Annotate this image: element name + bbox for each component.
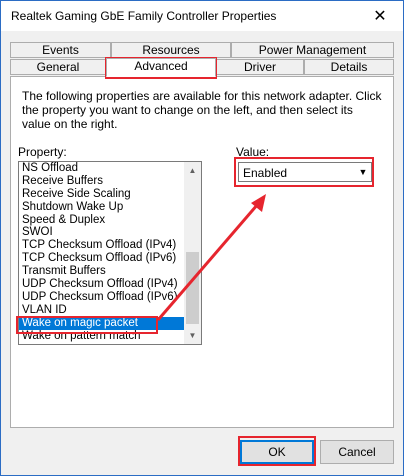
tab-resources[interactable]: Resources: [111, 42, 231, 58]
list-item[interactable]: Receive Buffers: [19, 175, 185, 188]
tab-label: Advanced: [134, 59, 188, 73]
tab-events[interactable]: Events: [10, 42, 111, 58]
list-item[interactable]: TCP Checksum Offload (IPv4): [19, 239, 185, 252]
value-label: Value:: [236, 145, 270, 159]
list-item[interactable]: Speed & Duplex: [19, 214, 185, 227]
tab-driver[interactable]: Driver: [216, 59, 304, 75]
list-item[interactable]: UDP Checksum Offload (IPv4): [19, 278, 185, 291]
close-button[interactable]: ✕: [357, 1, 403, 31]
tab-details[interactable]: Details: [304, 59, 394, 75]
value-dropdown[interactable]: Enabled ▼: [238, 162, 372, 182]
list-item[interactable]: Receive Side Scaling: [19, 188, 185, 201]
list-item[interactable]: Transmit Buffers: [19, 265, 185, 278]
list-item[interactable]: UDP Checksum Offload (IPv6): [19, 291, 185, 304]
scroll-up-icon[interactable]: ▲: [184, 162, 201, 179]
description-text: The following properties are available f…: [22, 89, 382, 131]
property-list-scrollbar[interactable]: ▲ ▼: [184, 162, 201, 344]
dropdown-arrow-icon[interactable]: ▼: [355, 163, 371, 181]
list-item[interactable]: NS Offload: [19, 162, 185, 175]
cancel-button[interactable]: Cancel: [320, 440, 394, 464]
close-icon: ✕: [373, 8, 387, 25]
scrollbar-thumb[interactable]: [186, 252, 199, 324]
value-selected: Enabled: [243, 166, 288, 180]
title-bar: Realtek Gaming GbE Family Controller Pro…: [1, 1, 403, 31]
property-label: Property:: [18, 145, 67, 159]
tab-power-management[interactable]: Power Management: [231, 42, 394, 58]
list-item[interactable]: Shutdown Wake Up: [19, 201, 185, 214]
scroll-down-icon[interactable]: ▼: [184, 327, 201, 344]
list-item[interactable]: SWOI: [19, 226, 185, 239]
tab-general[interactable]: General: [10, 59, 106, 75]
list-item[interactable]: VLAN ID: [19, 304, 185, 317]
window-title: Realtek Gaming GbE Family Controller Pro…: [11, 9, 277, 23]
property-list-items: NS Offload Receive Buffers Receive Side …: [19, 162, 185, 342]
list-item[interactable]: Wake on pattern match: [19, 330, 185, 343]
tab-label: Driver: [244, 60, 276, 74]
tab-advanced[interactable]: Advanced: [106, 58, 216, 77]
property-list[interactable]: NS Offload Receive Buffers Receive Side …: [18, 161, 202, 345]
tab-label: Events: [42, 43, 79, 57]
tab-label: Power Management: [258, 43, 367, 57]
tab-label: General: [36, 60, 80, 74]
list-item[interactable]: TCP Checksum Offload (IPv6): [19, 252, 185, 265]
tab-label: Details: [330, 60, 368, 74]
list-item-selected[interactable]: Wake on magic packet: [19, 316, 185, 330]
tab-label: Resources: [142, 43, 200, 57]
ok-button[interactable]: OK: [240, 440, 314, 464]
